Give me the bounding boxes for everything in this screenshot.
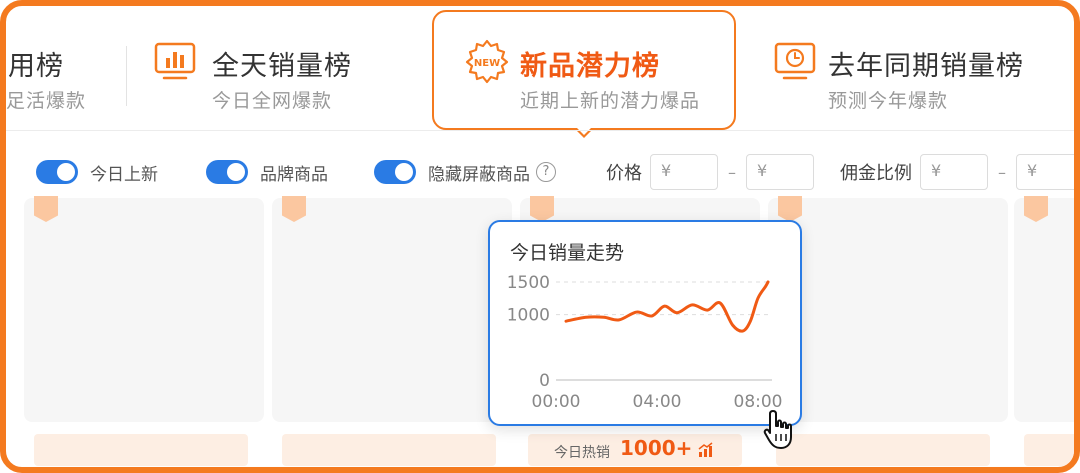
tab-divider (126, 46, 127, 106)
y-tick-label: 1500 (507, 273, 550, 293)
sales-trend-popup: 今日销量走势 0 1000 1500 00:00 04:00 08:00 (488, 220, 802, 426)
price-label: 价格 (606, 163, 642, 184)
card-footer (34, 434, 248, 466)
tab-last-year-sales[interactable]: 去年同期销量榜 预测今年爆款 (770, 6, 1074, 130)
card-footer (776, 434, 990, 466)
tab-new-potential[interactable]: NEW 新品潜力榜 近期上新的潜力爆品 (432, 10, 736, 138)
y-tick-label: 1000 (507, 306, 550, 326)
filter-label: 隐藏屏蔽商品 (428, 164, 530, 185)
tabs-divider-line (6, 130, 1074, 131)
trend-up-icon[interactable] (698, 442, 714, 462)
card-footer (282, 434, 496, 466)
hot-sales-value: 1000+ (620, 436, 693, 460)
filter-label: 品牌商品 (260, 164, 328, 185)
tab-title: 去年同期销量榜 (828, 51, 1024, 82)
hand-cursor-icon (762, 408, 798, 456)
commission-min-input[interactable]: ¥ (920, 154, 988, 190)
tab-all-day-sales[interactable]: 全天销量榜 今日全网爆款 (152, 6, 422, 130)
commission-label: 佣金比例 (840, 163, 912, 184)
x-tick-label: 00:00 (532, 392, 581, 412)
filter-today-new[interactable]: 今日上新 (36, 152, 158, 192)
rank-badge (282, 196, 306, 222)
sales-line (564, 280, 770, 333)
product-card[interactable] (768, 196, 1008, 422)
card-footer-hot: 今日热销 1000+ (528, 434, 742, 466)
tab-subtitle: 近期上新的潜力爆品 (520, 90, 701, 112)
new-badge-icon: NEW (464, 38, 510, 88)
price-min-input[interactable]: ¥ (650, 154, 718, 190)
range-dash: – (998, 162, 1006, 182)
y-tick-label: 0 (539, 371, 550, 391)
toggle-switch[interactable] (206, 160, 248, 184)
clock-icon (774, 42, 816, 86)
hot-sales-label: 今日热销 (554, 445, 610, 461)
range-dash: – (728, 162, 736, 182)
rank-badge (1024, 196, 1048, 222)
filter-hide-blocked[interactable]: 隐藏屏蔽商品 ? (374, 152, 556, 192)
product-card[interactable] (1014, 196, 1074, 422)
active-tab-caret-inner (576, 127, 592, 135)
bar-chart-icon (154, 42, 196, 86)
tab-title: 用榜 (8, 51, 64, 82)
toggle-switch[interactable] (36, 160, 78, 184)
rank-badge (530, 196, 554, 222)
sales-trend-chart: 01000150000:00 04:00 08:00 (507, 273, 783, 412)
tab-subtitle: 足活爆款 (6, 90, 87, 112)
filter-label: 今日上新 (90, 164, 158, 185)
tab-subtitle: 今日全网爆款 (212, 90, 333, 112)
commission-max-input[interactable]: ¥ (1016, 154, 1074, 190)
tab-partial[interactable]: 用榜 足活爆款 (6, 6, 126, 130)
card-footer (1024, 434, 1074, 466)
product-card[interactable] (272, 196, 512, 422)
x-tick-label: 04:00 (633, 392, 682, 412)
tab-subtitle: 预测今年爆款 (828, 90, 949, 112)
product-card[interactable] (24, 196, 264, 422)
filter-brand[interactable]: 品牌商品 (206, 152, 328, 192)
svg-text:NEW: NEW (474, 58, 500, 69)
rank-badge (778, 196, 802, 222)
help-icon[interactable]: ? (536, 162, 556, 182)
toggle-switch[interactable] (374, 160, 416, 184)
tab-title: 全天销量榜 (212, 51, 352, 82)
app-frame: 用榜 足活爆款 全天销量榜 今日全网爆款 NEW 新品潜力榜 近期上新的潜力爆品 (0, 0, 1080, 473)
filter-price: 价格 ¥ – ¥ (606, 152, 814, 192)
price-max-input[interactable]: ¥ (746, 154, 814, 190)
tab-title: 新品潜力榜 (520, 51, 660, 82)
rank-badge (34, 196, 58, 222)
filter-commission: 佣金比例 ¥ – ¥ (840, 152, 1074, 192)
